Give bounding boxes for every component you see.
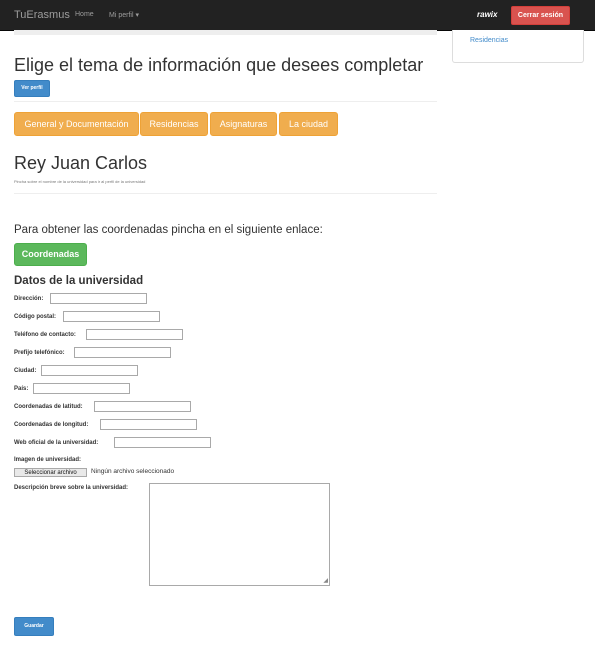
website-field[interactable]: [114, 437, 211, 448]
phone-field[interactable]: [86, 329, 183, 340]
city-label: Ciudad:: [14, 368, 37, 374]
address-label: Dirección:: [14, 296, 44, 302]
form-heading: Datos de la universidad: [14, 275, 144, 287]
view-profile-button[interactable]: Ver perfil: [14, 80, 50, 97]
tab-general-documentacion[interactable]: General y Documentación: [14, 112, 139, 136]
country-field[interactable]: [33, 383, 130, 394]
postal-code-field[interactable]: [63, 311, 160, 322]
university-hint: Pincha sobre el nombre de la universidad…: [14, 179, 146, 184]
rawix-logo: rawix: [477, 10, 498, 19]
top-navbar: TuErasmus Home Mi perfil ▾ rawix Cerrar …: [0, 0, 595, 31]
city-field[interactable]: [41, 365, 138, 376]
tab-asignaturas[interactable]: Asignaturas: [210, 112, 277, 136]
breadcrumb-bar: [14, 30, 437, 35]
coordinates-instructions: Para obtener las coordenadas pincha en e…: [14, 224, 323, 236]
divider: [14, 101, 437, 102]
save-button[interactable]: Guardar: [14, 617, 54, 636]
longitude-field[interactable]: [100, 419, 197, 430]
address-field[interactable]: [50, 293, 147, 304]
divider: [14, 193, 437, 194]
description-textarea[interactable]: ◢: [149, 483, 330, 586]
logout-button[interactable]: Cerrar sesión: [511, 6, 570, 25]
phone-prefix-label: Prefijo telefónico:: [14, 350, 65, 356]
country-label: País:: [14, 386, 29, 392]
side-link-residencias[interactable]: Residencias: [470, 37, 508, 44]
tab-residencias[interactable]: Residencias: [140, 112, 208, 136]
choose-file-button[interactable]: Seleccionar archivo: [14, 468, 87, 477]
resize-handle-icon[interactable]: ◢: [323, 578, 328, 584]
page-title: Elige el tema de información que desees …: [14, 55, 424, 75]
brand-link[interactable]: TuErasmus: [14, 9, 70, 21]
phone-prefix-field[interactable]: [74, 347, 171, 358]
latitude-label: Coordenadas de latitud:: [14, 404, 83, 410]
university-name-link[interactable]: Rey Juan Carlos: [14, 153, 147, 174]
website-label: Web oficial de la universidad:: [14, 440, 99, 446]
longitude-label: Coordenadas de longitud:: [14, 422, 89, 428]
postal-code-label: Código postal:: [14, 314, 56, 320]
phone-label: Teléfono de contacto:: [14, 332, 76, 338]
coordinates-button[interactable]: Coordenadas: [14, 243, 87, 266]
nav-home-link[interactable]: Home: [75, 11, 94, 18]
tab-la-ciudad[interactable]: La ciudad: [279, 112, 338, 136]
side-panel: Residencias: [452, 30, 584, 63]
latitude-field[interactable]: [94, 401, 191, 412]
nav-profile-dropdown[interactable]: Mi perfil ▾: [109, 11, 139, 19]
file-status-text: Ningún archivo seleccionado: [91, 468, 175, 475]
description-label: Descripción breve sobre la universidad:: [14, 485, 129, 491]
image-label: Imagen de universidad:: [14, 457, 82, 463]
